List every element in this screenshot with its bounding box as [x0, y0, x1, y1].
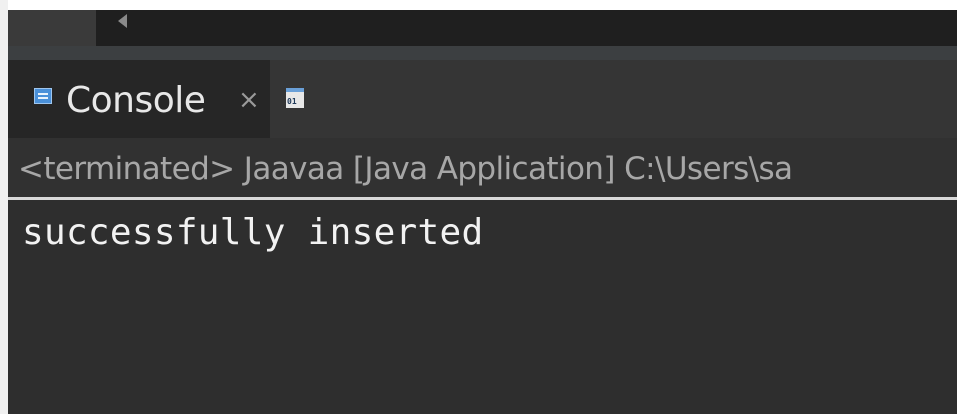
- console-output-line: successfully inserted: [22, 212, 484, 253]
- top-margin: [0, 0, 957, 10]
- close-icon[interactable]: ×: [238, 82, 260, 118]
- horizontal-scrollbar[interactable]: [8, 10, 957, 46]
- binary-icon-text: 01: [287, 97, 297, 106]
- tab-console-label[interactable]: Console: [66, 76, 206, 126]
- console-window: Console × 01 <terminated> Jaavaa [Java A…: [0, 0, 957, 414]
- scroll-left-arrow-icon[interactable]: [118, 14, 127, 28]
- panel-separator: [8, 46, 957, 60]
- scrollbar-thumb[interactable]: [8, 10, 96, 46]
- left-margin: [0, 0, 8, 414]
- binary-view-icon[interactable]: 01: [286, 88, 304, 108]
- terminated-status: <terminated> Jaavaa [Java Application] C…: [18, 151, 793, 187]
- console-icon: [34, 88, 52, 104]
